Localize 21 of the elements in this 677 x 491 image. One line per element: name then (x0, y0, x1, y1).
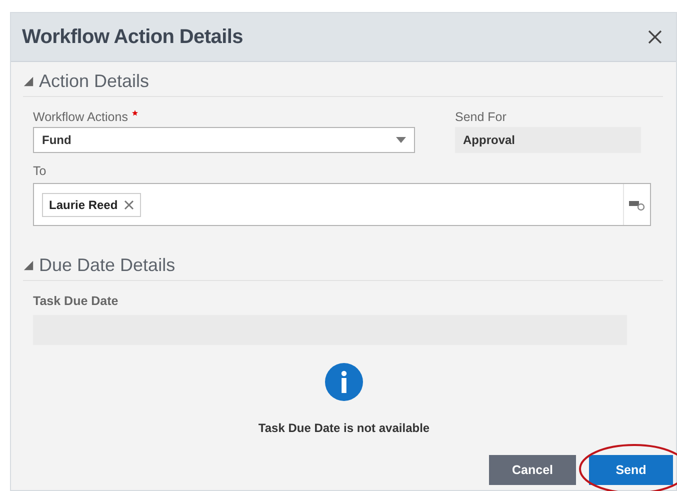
field-label: Send For (455, 110, 506, 124)
dialog-title: Workflow Action Details (22, 26, 243, 48)
section-title: Due Date Details (39, 254, 176, 276)
field-label: Task Due Date (33, 293, 120, 310)
workflow-actions-dropdown[interactable]: Fund (33, 127, 415, 153)
remove-icon[interactable] (124, 200, 134, 210)
dropdown-caret-icon[interactable] (396, 137, 406, 143)
collapse-triangle-icon[interactable] (23, 76, 34, 86)
send-button[interactable]: Send (589, 455, 673, 485)
info-icon (325, 363, 363, 401)
picker-icon[interactable] (629, 198, 645, 210)
recipient-field[interactable]: Laurie Reed (33, 183, 651, 226)
recipient-name: Laurie Reed (49, 198, 118, 212)
section-title: Action Details (39, 70, 150, 92)
close-icon[interactable] (648, 30, 662, 44)
field-label: To (33, 164, 46, 178)
empty-message: Task Due Date is not available (258, 421, 430, 435)
send-for-field: Approval (455, 127, 641, 153)
cancel-button[interactable]: Cancel (489, 455, 576, 485)
collapse-triangle-icon[interactable] (23, 260, 34, 270)
field-label: Workflow Actions (33, 110, 128, 124)
